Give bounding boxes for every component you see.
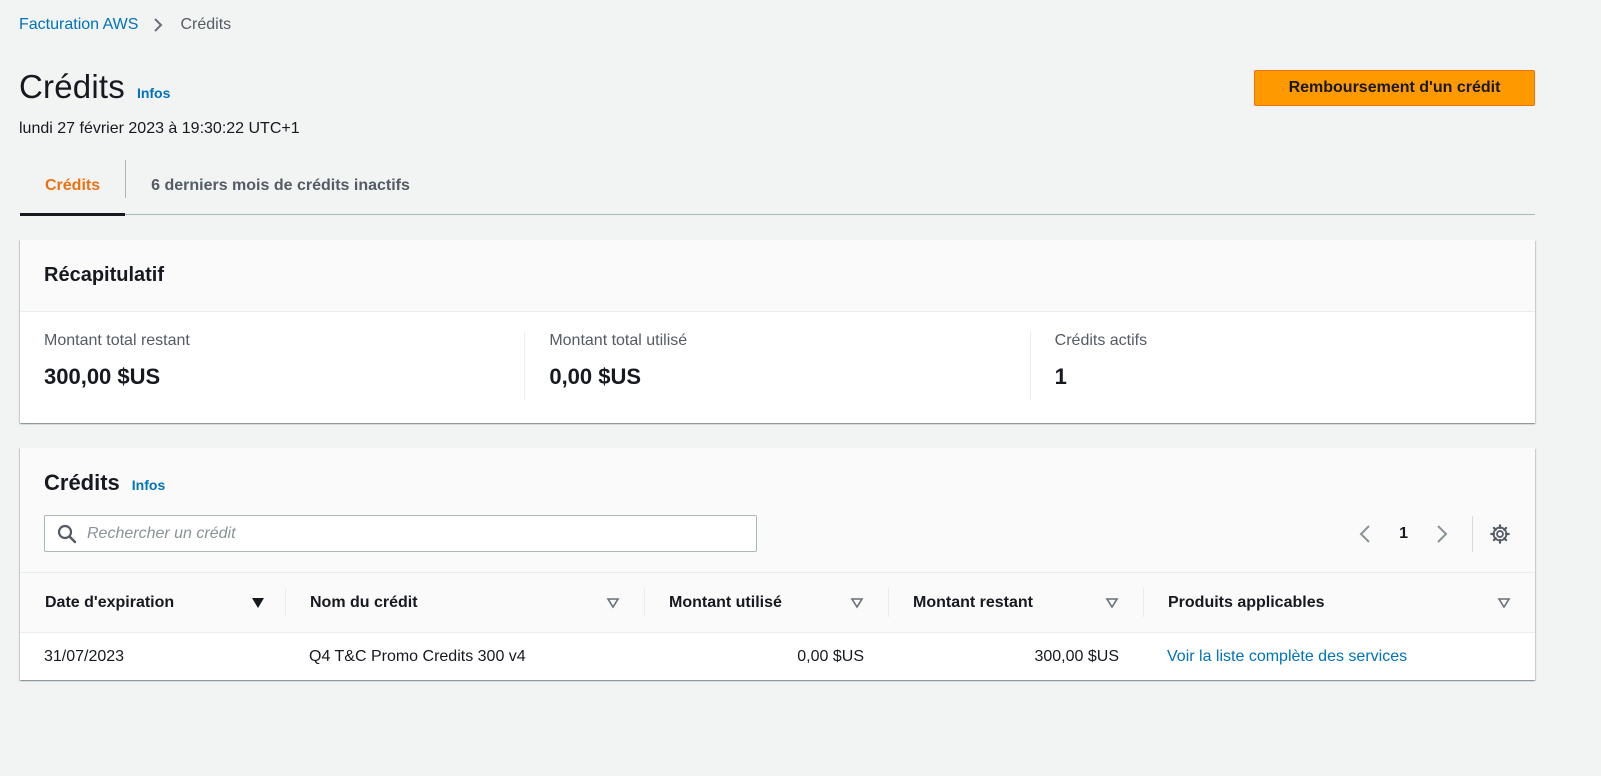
- cell-expiration-date: 31/07/2023: [44, 648, 125, 666]
- credit-refund-button[interactable]: Remboursement d'un crédit: [1254, 70, 1535, 106]
- tab-bar: Crédits 6 derniers mois de crédits inact…: [20, 158, 1535, 216]
- metric-label: Montant total restant: [44, 332, 190, 349]
- credits-table: Date d'expiration Nom du crédit Montant …: [20, 572, 1535, 682]
- sort-icon[interactable]: [1105, 597, 1119, 609]
- breadcrumb: Facturation AWS Crédits: [19, 16, 231, 34]
- breadcrumb-current: Crédits: [180, 16, 232, 33]
- metric-active-credits: Crédits actifs 1: [1029, 332, 1535, 400]
- page-info-link[interactable]: Infos: [137, 85, 170, 101]
- page-header: Crédits Infos: [19, 68, 170, 106]
- next-page-icon[interactable]: [1430, 522, 1454, 546]
- view-services-list-link[interactable]: Voir la liste complète des services: [1167, 648, 1407, 665]
- column-amount-used[interactable]: Montant utilisé: [644, 572, 888, 633]
- metric-value: 0,00 $US: [549, 364, 642, 389]
- column-label: Nom du crédit: [310, 593, 418, 611]
- metric-total-remaining: Montant total restant 300,00 $US: [20, 332, 524, 400]
- metric-total-used: Montant total utilisé 0,00 $US: [524, 332, 1029, 400]
- pager-divider: [1472, 516, 1473, 552]
- tab-credits[interactable]: Crédits: [20, 158, 126, 216]
- breadcrumb-billing-link[interactable]: Facturation AWS: [19, 16, 138, 34]
- column-expiration-date[interactable]: Date d'expiration: [20, 572, 285, 633]
- sort-descending-icon[interactable]: [251, 597, 265, 609]
- search-box: [44, 515, 757, 552]
- column-divider: [644, 588, 645, 617]
- previous-page-icon[interactable]: [1353, 522, 1377, 546]
- page-timestamp: lundi 27 février 2023 à 19:30:22 UTC+1: [19, 120, 300, 137]
- tab-inactive-credits[interactable]: 6 derniers mois de crédits inactifs: [126, 158, 435, 214]
- column-divider: [285, 588, 286, 617]
- cell-amount-remaining: 300,00 $US: [1034, 648, 1119, 666]
- sort-icon[interactable]: [1497, 597, 1511, 609]
- column-divider: [1143, 588, 1144, 617]
- credits-panel: Crédits Infos 1: [20, 448, 1535, 680]
- column-label: Date d'expiration: [45, 593, 175, 611]
- sort-icon[interactable]: [850, 597, 864, 609]
- table-header-row: Date d'expiration Nom du crédit Montant …: [20, 572, 1535, 633]
- column-credit-name[interactable]: Nom du crédit: [285, 572, 644, 633]
- credits-title-row: Crédits Infos: [44, 470, 165, 496]
- cell-credit-name: Q4 T&C Promo Credits 300 v4: [309, 648, 526, 666]
- pagination: 1: [1353, 516, 1511, 552]
- gear-icon[interactable]: [1489, 523, 1511, 545]
- metric-value: 1: [1054, 364, 1067, 389]
- column-amount-remaining[interactable]: Montant restant: [888, 572, 1143, 633]
- cell-applicable-products: Voir la liste complète des services: [1143, 633, 1535, 682]
- metric-label: Montant total utilisé: [549, 332, 688, 349]
- column-divider: [888, 588, 889, 617]
- column-label: Montant restant: [913, 593, 1033, 611]
- column-label: Produits applicables: [1168, 593, 1325, 611]
- sort-icon[interactable]: [606, 597, 620, 609]
- current-page-number[interactable]: 1: [1399, 525, 1408, 543]
- metric-value: 300,00 $US: [44, 364, 161, 389]
- credits-info-link[interactable]: Infos: [132, 477, 165, 493]
- column-label: Montant utilisé: [669, 593, 782, 611]
- page-title: Crédits: [19, 68, 125, 105]
- chevron-right-icon: [152, 17, 164, 33]
- summary-title: Récapitulatif: [20, 240, 1535, 312]
- search-input[interactable]: [87, 524, 727, 543]
- table-row: 31/07/2023 Q4 T&C Promo Credits 300 v4 0…: [20, 633, 1535, 682]
- metric-label: Crédits actifs: [1054, 332, 1148, 349]
- cell-amount-used: 0,00 $US: [797, 648, 864, 666]
- summary-metrics: Montant total restant 300,00 $US Montant…: [20, 312, 1535, 400]
- column-applicable-products[interactable]: Produits applicables: [1143, 572, 1535, 633]
- credits-title: Crédits: [44, 470, 120, 495]
- search-icon: [57, 524, 77, 544]
- credits-panel-header: Crédits Infos 1: [20, 448, 1535, 572]
- summary-panel: Récapitulatif Montant total restant 300,…: [20, 240, 1535, 423]
